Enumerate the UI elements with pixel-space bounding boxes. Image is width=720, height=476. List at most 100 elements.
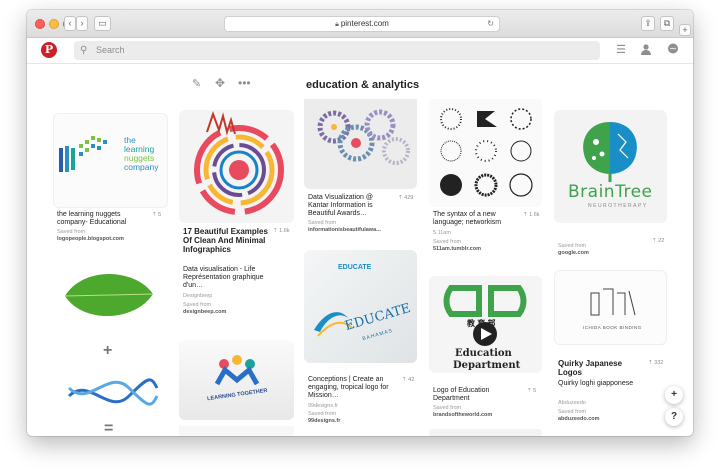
messages-icon[interactable] [666, 43, 680, 57]
minimize-window-button[interactable] [49, 19, 59, 29]
source-domain[interactable]: brandsoftheworld.com [433, 412, 492, 418]
more-icon[interactable]: ••• [238, 76, 251, 90]
repin-count: ⇡ 5 [152, 212, 162, 218]
plus-sign: + [103, 342, 113, 359]
repin-count-value: 1.6k [529, 212, 540, 218]
pin-source: Saved from abduzeedo.com [558, 409, 600, 423]
pin-image: BrainTree NEUROTHERAPY [554, 110, 667, 223]
move-icon[interactable]: ✥ [215, 76, 225, 90]
pin-title: Conceptions | Create an engaging, tropic… [308, 376, 389, 399]
profile-icon[interactable] [639, 43, 653, 57]
network-clusters-graphic [317, 109, 410, 165]
saved-from-label: Saved from [433, 405, 462, 411]
pin-leaf-dna[interactable]: + = [53, 264, 168, 436]
educate-small-logo: EDUCATE [338, 264, 372, 271]
repin-count-value: 22 [658, 238, 665, 244]
pin-infographic[interactable]: 17 Beautiful Examples Of Clean And Minim… [179, 110, 294, 330]
dept-line1: Education [455, 348, 512, 359]
pin-quirky-japanese[interactable]: ICHIDA BOOK BINDING Quirky Japanese Logo… [554, 270, 667, 436]
new-tab-button[interactable]: + [679, 24, 691, 36]
saved-from-label: Saved from [308, 220, 337, 226]
share-icon: ⇪ [644, 18, 652, 28]
source-domain[interactable]: informationisbeautifulawa... [308, 227, 381, 233]
saved-from-label: Saved from [57, 229, 86, 235]
next-pin-peek [429, 429, 542, 436]
chevron-left-icon: ‹ [68, 18, 72, 28]
repin-count-value: 5 [533, 388, 537, 394]
sidebar-icon: ▭ [98, 18, 107, 28]
menu-icon[interactable]: ☰ [614, 43, 628, 57]
pin-source: Saved from logopeople.blogspot.com [57, 229, 124, 243]
close-window-button[interactable] [35, 19, 45, 29]
repin-count-value: 42 [408, 377, 415, 383]
source-domain[interactable]: abduzeedo.com [558, 416, 600, 422]
search-input[interactable]: ⚲ Search [74, 41, 600, 60]
repin-count-value: 5 [158, 212, 162, 218]
forward-button[interactable]: › [76, 16, 88, 31]
pin-image: EDUCATE EDUCATE BAHAMAS [304, 250, 417, 363]
saved-from-label: Saved from [308, 411, 337, 417]
ichida-label: ICHIDA BOOK BINDING [583, 325, 642, 330]
pin-title: Data Visualization @ Kantar Information … [308, 194, 373, 217]
chevron-right-icon: › [80, 18, 84, 28]
pin-education-department[interactable]: 教 育 部 Education Department Logo of Educa… [429, 276, 542, 436]
repin-count: ⇡ 5 [527, 388, 537, 394]
pin-image [179, 110, 294, 223]
source-domain[interactable]: logopeople.blogspot.com [57, 236, 124, 242]
pin-title: Quirky Japanese Logos [558, 359, 623, 377]
pinterest-logo[interactable]: P [41, 42, 57, 58]
pin-educate-bahamas[interactable]: EDUCATE EDUCATE BAHAMAS Conceptions | Cr… [304, 250, 417, 436]
saved-from-label: Saved from [183, 302, 212, 308]
pin-image: LEARNING TOGETHER [179, 340, 294, 420]
pin-learning-together[interactable]: LEARNING TOGETHER [179, 340, 294, 436]
pin-source: Saved from google.com [558, 243, 589, 257]
repin-count: ⇡ 332 [648, 360, 664, 366]
edit-pencil-icon[interactable]: ✎ [192, 77, 201, 90]
pin-author[interactable]: 5.11am [433, 230, 451, 237]
pin-title: Logo of Education Department [433, 387, 490, 402]
pin-image [304, 99, 417, 189]
tabs-button[interactable]: ⧉ [660, 16, 674, 31]
ichida-logo-graphic [590, 288, 636, 316]
pin-source: Saved from designbeep.com [183, 302, 226, 316]
repin-count: ⇡ 42 [402, 377, 415, 383]
repin-count: ⇡ 1.6k [523, 212, 540, 218]
pin-title: The syntax of a new language; networkism [433, 211, 502, 226]
pin-image [429, 99, 542, 207]
pin-source: Saved from informationisbeautifulawa... [308, 220, 381, 234]
browser-window: ‹ › ▭ 🔒︎ pinterest.com ↻ ⇪ ⧉ + P ⚲ Searc… [27, 10, 693, 436]
play-button[interactable] [475, 322, 497, 344]
pin-author[interactable]: 99designs.fr [308, 403, 338, 410]
repin-count-value: 1.6k [279, 228, 290, 234]
source-domain[interactable]: google.com [558, 250, 589, 256]
plus-icon: + [682, 25, 688, 35]
help-button[interactable]: ? [665, 408, 683, 426]
back-button[interactable]: ‹ [64, 16, 76, 31]
repin-count: ⇡ 429 [398, 195, 414, 201]
pin-description: Data visualisation - Life Représentation… [183, 266, 264, 289]
radial-infographic-graphic [194, 111, 284, 215]
logo-word-4: company [124, 162, 159, 172]
next-pin-peek [179, 426, 294, 436]
add-pin-button[interactable]: + [665, 386, 683, 404]
pin-author[interactable]: Designbeep [183, 293, 212, 300]
saved-from-label: Saved from [558, 409, 587, 415]
address-bar[interactable]: 🔒︎ pinterest.com ↻ [224, 16, 500, 32]
source-domain[interactable]: 99designs.fr [308, 418, 340, 424]
search-placeholder: Search [96, 45, 125, 55]
pin-braintree[interactable]: BrainTree NEUROTHERAPY ⇡ 22 Saved from go… [554, 110, 667, 256]
source-domain[interactable]: designbeep.com [183, 309, 226, 315]
pinterest-header: P ⚲ Search ☰ [27, 38, 693, 64]
pin-title: the learning nuggets company- Educationa… [57, 211, 127, 226]
source-domain[interactable]: 511am.tumblr.com [433, 246, 481, 252]
pin-syntax[interactable]: The syntax of a new language; networkism… [429, 99, 542, 269]
reload-icon[interactable]: ↻ [487, 17, 494, 31]
share-button[interactable]: ⇪ [641, 16, 655, 31]
tabs-icon: ⧉ [663, 18, 671, 28]
pin-image: + = [53, 264, 168, 436]
sidebar-toggle-button[interactable]: ▭ [94, 16, 111, 31]
learning-together-logo [214, 355, 260, 386]
pin-learning-nuggets[interactable]: the learning nuggets company the learnin… [53, 113, 168, 253]
pin-dataviz[interactable]: Data Visualization @ Kantar Information … [304, 99, 417, 244]
pin-author[interactable]: Abduzeedo [558, 400, 586, 407]
